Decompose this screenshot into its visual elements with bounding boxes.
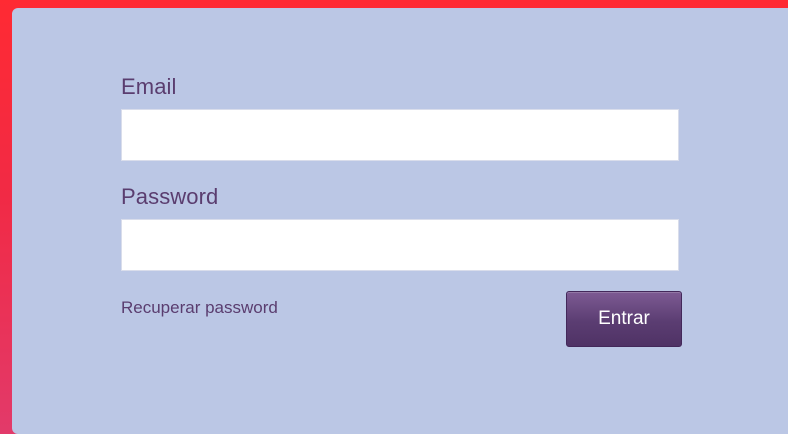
recover-password-link[interactable]: Recuperar password [121, 297, 278, 319]
login-panel: Email Password Recuperar password Entrar [12, 8, 788, 434]
login-submit-button[interactable]: Entrar [566, 291, 682, 347]
login-form: Email Password Recuperar password Entrar [121, 72, 682, 355]
email-label: Email [121, 74, 177, 99]
password-label: Password [121, 184, 219, 209]
password-input[interactable] [121, 219, 679, 271]
email-input[interactable] [121, 109, 679, 161]
form-actions: Recuperar password Entrar [121, 291, 682, 355]
